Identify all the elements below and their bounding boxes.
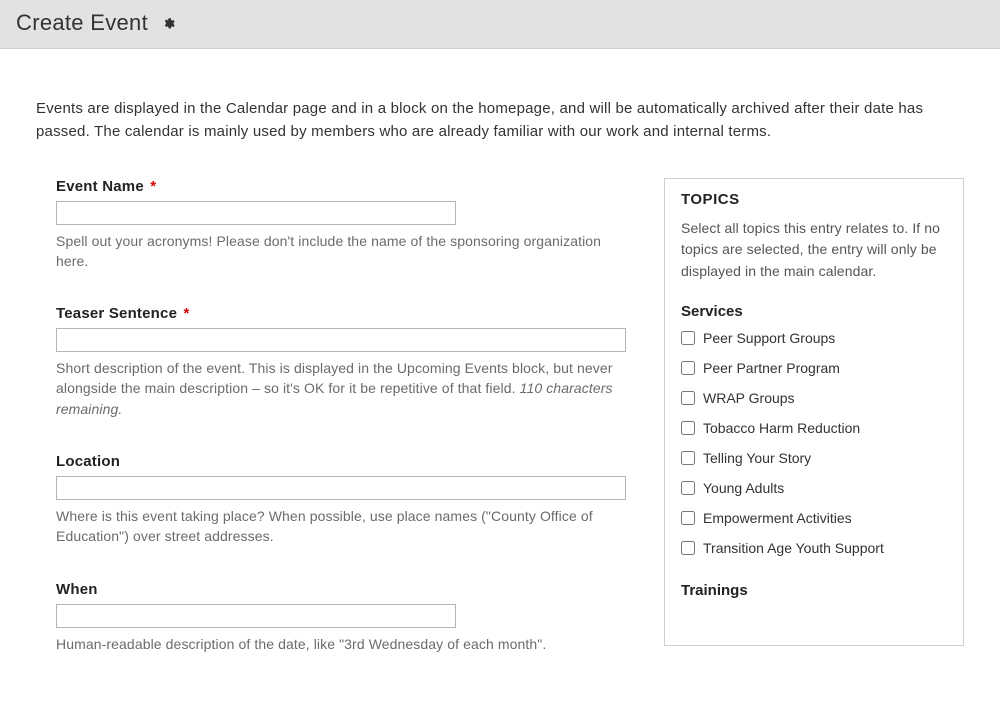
event-name-help: Spell out your acronyms! Please don't in…: [56, 231, 616, 272]
event-name-label-text: Event Name: [56, 178, 144, 195]
topic-checkbox-row[interactable]: Young Adults: [681, 480, 947, 496]
topic-label: Empowerment Activities: [703, 510, 852, 526]
form-columns: Event Name * Spell out your acronyms! Pl…: [36, 178, 964, 688]
topic-label: WRAP Groups: [703, 390, 795, 406]
location-label: Location: [56, 453, 636, 470]
topic-checkbox-row[interactable]: WRAP Groups: [681, 390, 947, 406]
page-header: Create Event: [0, 0, 1000, 49]
topics-description: Select all topics this entry relates to.…: [681, 218, 947, 283]
required-marker: *: [150, 178, 156, 195]
teaser-label: Teaser Sentence *: [56, 305, 636, 322]
topic-checkbox-row[interactable]: Telling Your Story: [681, 450, 947, 466]
topic-checkbox[interactable]: [681, 421, 695, 435]
topic-label: Tobacco Harm Reduction: [703, 420, 860, 436]
topic-label: Transition Age Youth Support: [703, 540, 884, 556]
topics-panel: TOPICS Select all topics this entry rela…: [664, 178, 964, 646]
topic-checkbox[interactable]: [681, 391, 695, 405]
topic-checkbox[interactable]: [681, 331, 695, 345]
topic-checkbox-row[interactable]: Peer Partner Program: [681, 360, 947, 376]
topic-checkbox-row[interactable]: Peer Support Groups: [681, 330, 947, 346]
when-input[interactable]: [56, 604, 456, 628]
topics-title: TOPICS: [681, 191, 947, 208]
field-teaser: Teaser Sentence * Short description of t…: [56, 305, 636, 419]
topic-label: Peer Partner Program: [703, 360, 840, 376]
topic-checkbox[interactable]: [681, 451, 695, 465]
topic-label: Young Adults: [703, 480, 784, 496]
teaser-input[interactable]: [56, 328, 626, 352]
group-title-trainings: Trainings: [681, 582, 947, 599]
topic-checkbox[interactable]: [681, 481, 695, 495]
topic-checkbox[interactable]: [681, 511, 695, 525]
page-content: Events are displayed in the Calendar pag…: [0, 49, 1000, 708]
field-when: When Human-readable description of the d…: [56, 581, 636, 654]
settings-gear-icon[interactable]: [162, 17, 175, 30]
field-location: Location Where is this event taking plac…: [56, 453, 636, 547]
group-title-services: Services: [681, 303, 947, 320]
topic-label: Telling Your Story: [703, 450, 811, 466]
field-event-name: Event Name * Spell out your acronyms! Pl…: [56, 178, 636, 272]
topic-group-services: Services Peer Support Groups Peer Partne…: [681, 303, 947, 556]
required-marker: *: [184, 305, 190, 322]
topic-checkbox-row[interactable]: Tobacco Harm Reduction: [681, 420, 947, 436]
page-title: Create Event: [16, 10, 148, 36]
event-name-label: Event Name *: [56, 178, 636, 195]
main-column: Event Name * Spell out your acronyms! Pl…: [36, 178, 636, 688]
location-input[interactable]: [56, 476, 626, 500]
when-help: Human-readable description of the date, …: [56, 634, 616, 654]
when-label: When: [56, 581, 636, 598]
topic-checkbox[interactable]: [681, 361, 695, 375]
topic-checkbox[interactable]: [681, 541, 695, 555]
teaser-help: Short description of the event. This is …: [56, 358, 616, 419]
location-help: Where is this event taking place? When p…: [56, 506, 616, 547]
event-name-input[interactable]: [56, 201, 456, 225]
topic-group-trainings: Trainings: [681, 582, 947, 599]
topic-label: Peer Support Groups: [703, 330, 835, 346]
topic-checkbox-row[interactable]: Transition Age Youth Support: [681, 540, 947, 556]
intro-text: Events are displayed in the Calendar pag…: [36, 97, 964, 144]
topic-checkbox-row[interactable]: Empowerment Activities: [681, 510, 947, 526]
teaser-label-text: Teaser Sentence: [56, 305, 177, 322]
